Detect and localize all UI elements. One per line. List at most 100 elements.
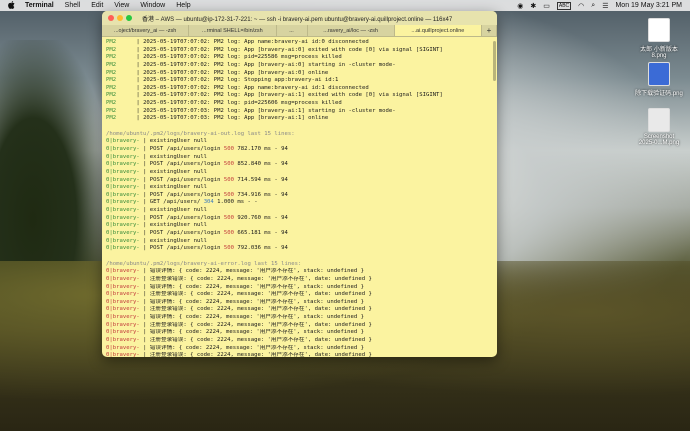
terminal-titlebar[interactable]: 香港 – AWS — ubuntu@ip-172-31-7-221: ~ — s…	[102, 11, 497, 25]
menu-shell[interactable]: Shell	[65, 2, 81, 9]
tab-4[interactable]: ...ravery_ai/loc — -zsh	[308, 25, 395, 36]
desktop-file-label: Screenshot 2025-0...M.png	[638, 134, 680, 146]
log-text: | POST /api/users/login	[143, 145, 224, 152]
close-button[interactable]	[108, 15, 114, 21]
minimize-button[interactable]	[117, 15, 123, 21]
log-prefix: 0|bravery-	[106, 191, 140, 198]
err-log-line: 0|bravery- | 注册登录错误: { code: 2224, messa…	[106, 306, 493, 314]
tab-3[interactable]: ...	[277, 25, 308, 36]
window-title: 香港 – AWS — ubuntu@ip-172-31-7-221: ~ — s…	[142, 16, 453, 23]
log-prefix: 0|bravery-	[106, 145, 140, 152]
err-log-line: 0|bravery- | 错误详情: { code: 2224, message…	[106, 284, 493, 292]
out-log-line: 0|bravery- | existingUser null	[106, 222, 493, 230]
log-text: | 错误详情: { code: 2224, message: '用户添不存在',…	[143, 268, 365, 275]
log-prefix: PM2	[106, 69, 117, 76]
log-text: | 注册登录错误: { code: 2224, message: '用户添不存在…	[143, 306, 372, 313]
log-text: | POST /api/users/login	[143, 245, 224, 252]
menu-window[interactable]: Window	[140, 2, 165, 9]
menu-edit[interactable]: Edit	[91, 2, 103, 9]
err-log-line: 0|bravery- | 注册登录错误: { code: 2224, messa…	[106, 276, 493, 284]
menu-help[interactable]: Help	[176, 2, 190, 9]
terminal-output[interactable]: PM2 | 2025-05-19T07:07:02: PM2 log: App …	[102, 37, 497, 357]
log-prefix: PM2	[106, 54, 117, 61]
desktop-file-3[interactable]: Screenshot 2025-0...M.png	[634, 108, 684, 146]
tab-2[interactable]: ...rminal SHELL=/bin/zsh	[189, 25, 277, 36]
log-prefix: PM2	[106, 107, 117, 114]
err-log-header: /home/ubuntu/.pm2/logs/bravery-ai-error.…	[106, 261, 493, 269]
search-icon[interactable]: ⌕	[591, 2, 595, 10]
log-text: | existingUser null	[143, 168, 208, 175]
log-prefix: 0|bravery-	[106, 245, 140, 252]
log-prefix: 0|bravery-	[106, 275, 140, 282]
pm2-log-line: PM2 | 2025-05-19T07:07:03: PM2 log: App …	[106, 108, 493, 116]
log-prefix: PM2	[106, 115, 117, 122]
battery-icon[interactable]: ▭	[543, 2, 550, 10]
log-prefix: PM2	[106, 39, 117, 45]
out-log-line: 0|bravery- | POST /api/users/login 500 7…	[106, 192, 493, 200]
out-log-line: 0|bravery- | POST /api/users/login 500 7…	[106, 146, 493, 154]
tab-5[interactable]: ...ai.quillproject.online	[394, 25, 482, 36]
log-text: | 错误详情: { code: 2224, message: '用户添不存在',…	[143, 329, 365, 336]
log-prefix: 0|bravery-	[106, 306, 140, 313]
terminal-window[interactable]: 香港 – AWS — ubuntu@ip-172-31-7-221: ~ — s…	[102, 11, 497, 357]
log-text: | 2025-05-19T07:07:02: PM2 log: App [bra…	[136, 69, 329, 76]
control-center-icon[interactable]: ☰	[602, 2, 608, 10]
input-source[interactable]: ABC	[556, 1, 572, 10]
out-log-line: 0|bravery- | POST /api/users/login 500 7…	[106, 245, 493, 253]
out-log-line: 0|bravery- | existingUser null	[106, 207, 493, 215]
log-text: | existingUser null	[143, 138, 208, 145]
clock[interactable]: Mon 19 May 3:21 PM	[615, 2, 682, 9]
out-log-line: 0|bravery- | existingUser null	[106, 238, 493, 246]
log-text: | 错误详情: { code: 2224, message: '用户添不存在',…	[143, 344, 365, 351]
log-prefix: PM2	[106, 77, 117, 84]
log-prefix: PM2	[106, 46, 117, 53]
log-text: | 2025-05-19T07:07:03: PM2 log: App [bra…	[136, 107, 396, 114]
pm2-log-line: PM2 | 2025-05-19T07:07:02: PM2 log: App …	[106, 85, 493, 93]
log-text: | 2025-05-19T07:07:02: PM2 log: App name…	[136, 39, 369, 45]
desktop-file-1[interactable]: 太郎 小新版本 8.png	[634, 18, 684, 59]
log-prefix: 0|bravery-	[106, 214, 140, 221]
response-time: 1.000 ms - -	[213, 199, 258, 206]
log-prefix: 0|bravery-	[106, 321, 140, 328]
record-icon[interactable]: ◉	[517, 2, 523, 10]
bluetooth-icon[interactable]: ✱	[530, 2, 536, 10]
new-tab-button[interactable]: +	[482, 25, 497, 36]
menu-view[interactable]: View	[114, 2, 129, 9]
log-text: | 2025-05-19T07:07:02: PM2 log: App [bra…	[136, 46, 443, 53]
log-text: | 2025-05-19T07:07:02: PM2 log: App name…	[136, 84, 369, 91]
log-prefix: 0|bravery-	[106, 268, 140, 275]
screenshot-file-icon	[648, 108, 670, 132]
desktop-file-2[interactable]: 除下载验证码.png	[634, 62, 684, 97]
log-text: | existingUser null	[143, 237, 208, 244]
log-prefix: 0|bravery-	[106, 184, 140, 191]
http-status: 500	[223, 191, 234, 198]
err-log-line: 0|bravery- | 错误详情: { code: 2224, message…	[106, 314, 493, 322]
pm2-log-line: PM2 | 2025-05-19T07:07:02: PM2 log: App …	[106, 62, 493, 70]
log-text: | POST /api/users/login	[143, 161, 224, 168]
log-text: | existingUser null	[143, 153, 208, 160]
log-prefix: PM2	[106, 84, 117, 91]
out-log-header: /home/ubuntu/.pm2/logs/bravery-ai-out.lo…	[106, 131, 493, 139]
log-prefix: 0|bravery-	[106, 168, 140, 175]
menu-app-name[interactable]: Terminal	[25, 2, 54, 9]
tab-1[interactable]: ...oject/bravery_ai — -zsh	[102, 25, 190, 36]
out-log-line: 0|bravery- | existingUser null	[106, 169, 493, 177]
log-text: | POST /api/users/login	[143, 230, 224, 237]
log-text: | 注册登录错误: { code: 2224, message: '用户添不存在…	[143, 291, 372, 298]
log-prefix: 0|bravery-	[106, 161, 140, 168]
scrollbar[interactable]	[493, 41, 496, 81]
zoom-button[interactable]	[126, 15, 132, 21]
log-prefix: 0|bravery-	[106, 153, 140, 160]
log-text: | 错误详情: { code: 2224, message: '用户添不存在',…	[143, 298, 365, 305]
pm2-log-line: PM2 | 2025-05-19T07:07:02: PM2 log: Stop…	[106, 77, 493, 85]
desktop-file-label: 太郎 小新版本 8.png	[640, 47, 678, 59]
pm2-log-line: PM2 | 2025-05-19T07:07:02: PM2 log: App …	[106, 47, 493, 55]
log-prefix: 0|bravery-	[106, 176, 140, 183]
out-log-line: 0|bravery- | GET /api/users/ 304 1.000 m…	[106, 199, 493, 207]
wifi-icon[interactable]: ◠	[578, 2, 584, 10]
apple-menu-icon[interactable]	[8, 0, 18, 11]
desktop-file-label: 除下载验证码.png	[635, 91, 683, 97]
tab-bar: ...oject/bravery_ai — -zsh ...rminal SHE…	[102, 25, 497, 37]
log-prefix: 0|bravery-	[106, 298, 140, 305]
response-time: 792.036 ms - 94	[234, 245, 288, 252]
